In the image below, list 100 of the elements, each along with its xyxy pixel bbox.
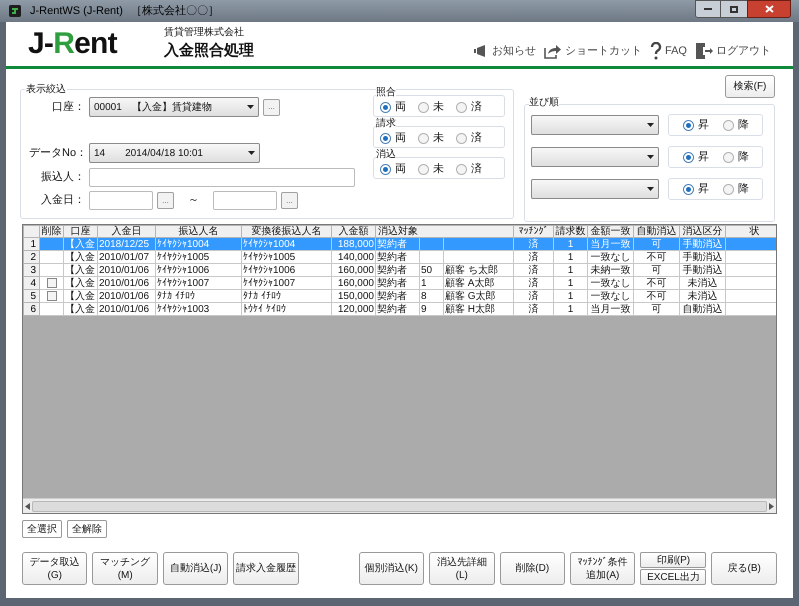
table-cell: 一致なし (590, 252, 630, 262)
table-cell: 契約者 (377, 304, 407, 314)
header-link[interactable]: FAQ (650, 42, 687, 60)
radio-button[interactable] (380, 132, 391, 144)
column-header[interactable]: 削除 (40, 226, 64, 238)
action-button[interactable]: マッチング (M) (92, 552, 158, 585)
header-link[interactable]: ショートカット (544, 42, 642, 60)
selection-button[interactable]: 全選択 (22, 520, 62, 538)
window-title: J-RentWS (J-Rent) (30, 4, 123, 19)
radio-button[interactable] (683, 120, 694, 130)
table-cell: 当月一致 (590, 304, 630, 314)
payer-input[interactable] (89, 168, 355, 187)
minimize-button[interactable] (695, 0, 721, 18)
column-header[interactable]: 入金額 (332, 226, 376, 238)
table-row[interactable]: 6 【入金 2010/01/06 ｹｲﾔｸｼｬ1003 ﾄｳｹｲ ｹｲﾛｳ 120,000 契約者 9 顧客 H太郎 済 1 当月一致 可 自動消込 (24, 302, 776, 316)
action-button[interactable]: 個別消込(K) (358, 552, 424, 585)
radio-button[interactable] (456, 164, 467, 174)
radio-button[interactable] (418, 164, 429, 174)
action-button[interactable]: 消込先詳細 (L) (429, 552, 494, 585)
header-link[interactable]: ログアウト (695, 42, 771, 60)
radio-button[interactable] (380, 102, 391, 112)
column-header[interactable]: ﾏｯﾁﾝｸﾞ (514, 226, 554, 238)
table-cell: ﾀﾅｶ ｲﾁﾛｳ (157, 290, 195, 302)
radio-label: 降 (738, 118, 749, 133)
radio-button[interactable] (456, 132, 467, 144)
radio-button[interactable] (418, 132, 429, 144)
scroll-left-icon (25, 502, 30, 510)
action-button[interactable]: 自動消込(J) (162, 552, 228, 585)
column-header[interactable]: 消込区分 (680, 226, 726, 238)
column-header[interactable]: 自動消込 (634, 226, 680, 238)
radio-button[interactable] (418, 102, 429, 112)
radio-button[interactable] (683, 184, 694, 194)
select-value: 00001 【入金】賃貸建物 (94, 100, 212, 114)
column-header[interactable]: 入金日 (98, 226, 156, 238)
column-header[interactable]: 請求数 (554, 226, 588, 238)
date-from-input[interactable] (89, 191, 153, 210)
table-cell: ｹｲﾔｸｼｬ1003 (157, 304, 210, 314)
scrollbar-thumb[interactable] (32, 500, 767, 512)
table-cell: 顧客 A太郎 (445, 278, 494, 288)
radio-button[interactable] (456, 102, 467, 112)
account-select[interactable]: 00001 【入金】賃貸建物 (89, 97, 259, 117)
action-button[interactable]: 削除(D) (500, 552, 565, 585)
radio-button[interactable] (723, 120, 734, 130)
radio-button[interactable] (683, 152, 694, 162)
table-cell: 可 (652, 264, 662, 276)
table-cell: 1 (568, 252, 574, 262)
date-to-input[interactable] (213, 191, 277, 210)
sort-select[interactable] (531, 115, 659, 135)
data-number-select[interactable]: 14 2014/04/18 10:01 (89, 143, 260, 163)
column-header[interactable]: 振込人名 (156, 226, 242, 238)
close-button[interactable] (747, 0, 791, 18)
action-button[interactable]: 印刷(P) (640, 552, 706, 568)
table-cell: 顧客 ち太郎 (445, 264, 498, 276)
column-header[interactable]: 状 (726, 226, 776, 238)
radio-button[interactable] (380, 164, 391, 174)
radio-button[interactable] (723, 152, 734, 162)
field-label: 振込人： (40, 170, 85, 186)
browse-button[interactable]: ... (157, 192, 174, 209)
browse-button[interactable]: ... (281, 192, 298, 209)
delete-checkbox[interactable] (46, 291, 56, 301)
radio-label: 昇 (698, 118, 709, 133)
action-button[interactable]: 請求入金履歴 (233, 552, 299, 585)
sort-select[interactable] (531, 147, 659, 167)
action-button[interactable]: EXCEL出力 (640, 569, 706, 585)
selection-button[interactable]: 全解除 (67, 520, 107, 538)
table-cell: 9 (421, 304, 427, 314)
table-cell: 188,000 (338, 238, 374, 250)
select-value: 14 2014/04/18 10:01 (94, 146, 203, 160)
table-cell: ﾀﾅｶ ｲﾁﾛｳ (243, 290, 281, 302)
delete-checkbox[interactable] (46, 278, 56, 288)
table-cell: 2010/01/06 (99, 264, 150, 276)
radio-button[interactable] (723, 184, 734, 194)
browse-button[interactable]: ... (263, 98, 280, 116)
sort-select[interactable] (531, 179, 659, 199)
table-row[interactable]: 1 【入金 2018/12/25 ｹｲﾔｸｼｬ1004 ｹｲﾔｸｼｬ1004 188,000 契約者 済 1 当月一致 可 手動消込 (24, 238, 776, 250)
radio-label: 降 (738, 182, 749, 197)
row-header: 4 (24, 276, 40, 290)
column-header[interactable]: 口座 (64, 226, 98, 238)
radio-label: 済 (471, 162, 482, 177)
table-row[interactable]: 5 【入金 2010/01/06 ﾀﾅｶ ｲﾁﾛｳ ﾀﾅｶ ｲﾁﾛｳ 150,000 契約者 8 顧客 G太郎 済 1 一致なし 不可 未消込 (24, 290, 776, 302)
maximize-button[interactable] (721, 0, 747, 18)
caret-icon (647, 123, 654, 127)
column-header[interactable]: 変換後振込人名 (242, 226, 332, 238)
table-row[interactable]: 2 【入金 2010/01/07 ｹｲﾔｸｼｬ1005 ｹｲﾔｸｼｬ1005 140,000 契約者 済 1 一致なし 不可 手動消込 (24, 250, 776, 264)
horizontal-scrollbar[interactable] (23, 498, 776, 513)
table-cell: 契約者 (377, 290, 407, 302)
action-button[interactable]: データ取込 (G) (22, 552, 88, 585)
column-header[interactable]: 金額一致 (588, 226, 634, 238)
action-button[interactable]: 戻る(B) (711, 552, 777, 585)
table-row[interactable]: 3 【入金 2010/01/06 ｹｲﾔｸｼｬ1006 ｹｲﾔｸｼｬ1006 160,000 契約者 50 顧客 ち太郎 済 1 未納一致 可 手動消込 (24, 264, 776, 276)
table-cell: 2010/01/06 (99, 290, 150, 302)
table-row[interactable]: 4 【入金 2010/01/06 ｹｲﾔｸｼｬ1007 ｹｲﾔｸｼｬ1007 160,000 契約者 1 顧客 A太郎 済 1 一致なし 不可 未消込 (24, 276, 776, 290)
header-link[interactable]: お知らせ (472, 42, 536, 60)
table-cell: ｹｲﾔｸｼｬ1006 (157, 264, 210, 276)
action-button[interactable]: ﾏｯﾁﾝｸﾞ条件 追加(A) (570, 552, 636, 585)
search-button[interactable]: 検索(F) (725, 75, 775, 98)
table-cell: ｹｲﾔｸｼｬ1005 (157, 252, 210, 262)
group-title: 並び順 (529, 98, 559, 108)
table-cell: 済 (528, 278, 538, 288)
column-header[interactable]: 消込対象 (376, 226, 420, 238)
